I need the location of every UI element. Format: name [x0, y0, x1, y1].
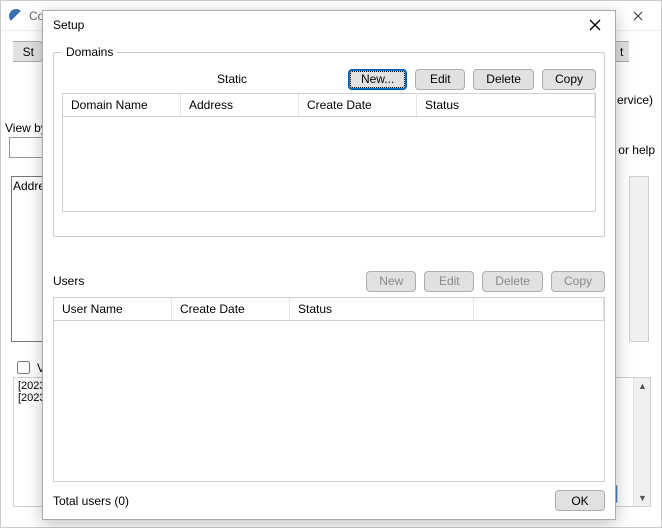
users-table-header: User Name Create Date Status: [54, 298, 604, 321]
scroll-down-icon[interactable]: ▼: [638, 493, 647, 503]
domain-copy-button[interactable]: Copy: [542, 69, 596, 90]
users-table[interactable]: User Name Create Date Status: [53, 297, 605, 482]
setup-close-button[interactable]: [575, 11, 615, 39]
setup-dialog: Setup Domains Static New... Edit Delete …: [42, 10, 616, 520]
address-panel: [11, 176, 45, 342]
setup-body: Domains Static New... Edit Delete Copy D…: [43, 39, 615, 519]
user-copy-button[interactable]: Copy: [551, 271, 605, 292]
domains-table-header: Domain Name Address Create Date Status: [63, 94, 595, 117]
view-checkbox[interactable]: [17, 361, 30, 374]
user-edit-button[interactable]: Edit: [424, 271, 474, 292]
right-panel-fragment: [629, 176, 649, 342]
view-by-dropdown[interactable]: [9, 137, 45, 158]
setup-title: Setup: [53, 18, 84, 32]
scroll-up-icon[interactable]: ▲: [638, 381, 647, 391]
col-user-blank[interactable]: [474, 298, 604, 320]
help-text-fragment: or help: [618, 143, 655, 157]
users-group: Users New Edit Delete Copy User Name Cre…: [53, 267, 605, 482]
domains-table[interactable]: Domain Name Address Create Date Status: [62, 93, 596, 212]
col-user-status[interactable]: Status: [290, 298, 474, 320]
partial-button-left[interactable]: St: [13, 41, 43, 62]
domains-legend: Domains: [62, 45, 117, 59]
users-table-body[interactable]: [54, 321, 604, 481]
domain-edit-button[interactable]: Edit: [415, 69, 465, 90]
address-label-fragment: Addre: [13, 179, 45, 193]
service-label-fragment: ervice): [617, 93, 653, 107]
col-user-create-date[interactable]: Create Date: [172, 298, 290, 320]
col-address[interactable]: Address: [181, 94, 299, 116]
close-button[interactable]: [615, 1, 661, 31]
users-toolbar: Users New Edit Delete Copy: [53, 267, 605, 295]
col-user-name[interactable]: User Name: [54, 298, 172, 320]
domain-delete-button[interactable]: Delete: [473, 69, 534, 90]
domains-table-body[interactable]: [63, 117, 595, 211]
total-users-label: Total users (0): [53, 494, 129, 508]
users-legend: Users: [53, 274, 84, 288]
close-icon: [589, 19, 601, 31]
domains-group: Domains Static New... Edit Delete Copy D…: [53, 45, 605, 237]
ok-button[interactable]: OK: [555, 490, 605, 511]
app-icon: [9, 9, 23, 23]
view-by-label: View by: [5, 121, 47, 135]
user-new-button[interactable]: New: [366, 271, 416, 292]
domains-static-label: Static: [217, 72, 247, 86]
col-create-date[interactable]: Create Date: [299, 94, 417, 116]
setup-footer: Total users (0) OK: [53, 490, 605, 511]
domain-new-button[interactable]: New...: [348, 69, 407, 90]
col-domain-name[interactable]: Domain Name: [63, 94, 181, 116]
domains-toolbar: Static New... Edit Delete Copy: [62, 65, 596, 93]
user-delete-button[interactable]: Delete: [482, 271, 543, 292]
col-status[interactable]: Status: [417, 94, 595, 116]
setup-titlebar: Setup: [43, 11, 615, 39]
log-scrollbar[interactable]: ▲ ▼: [633, 378, 650, 506]
